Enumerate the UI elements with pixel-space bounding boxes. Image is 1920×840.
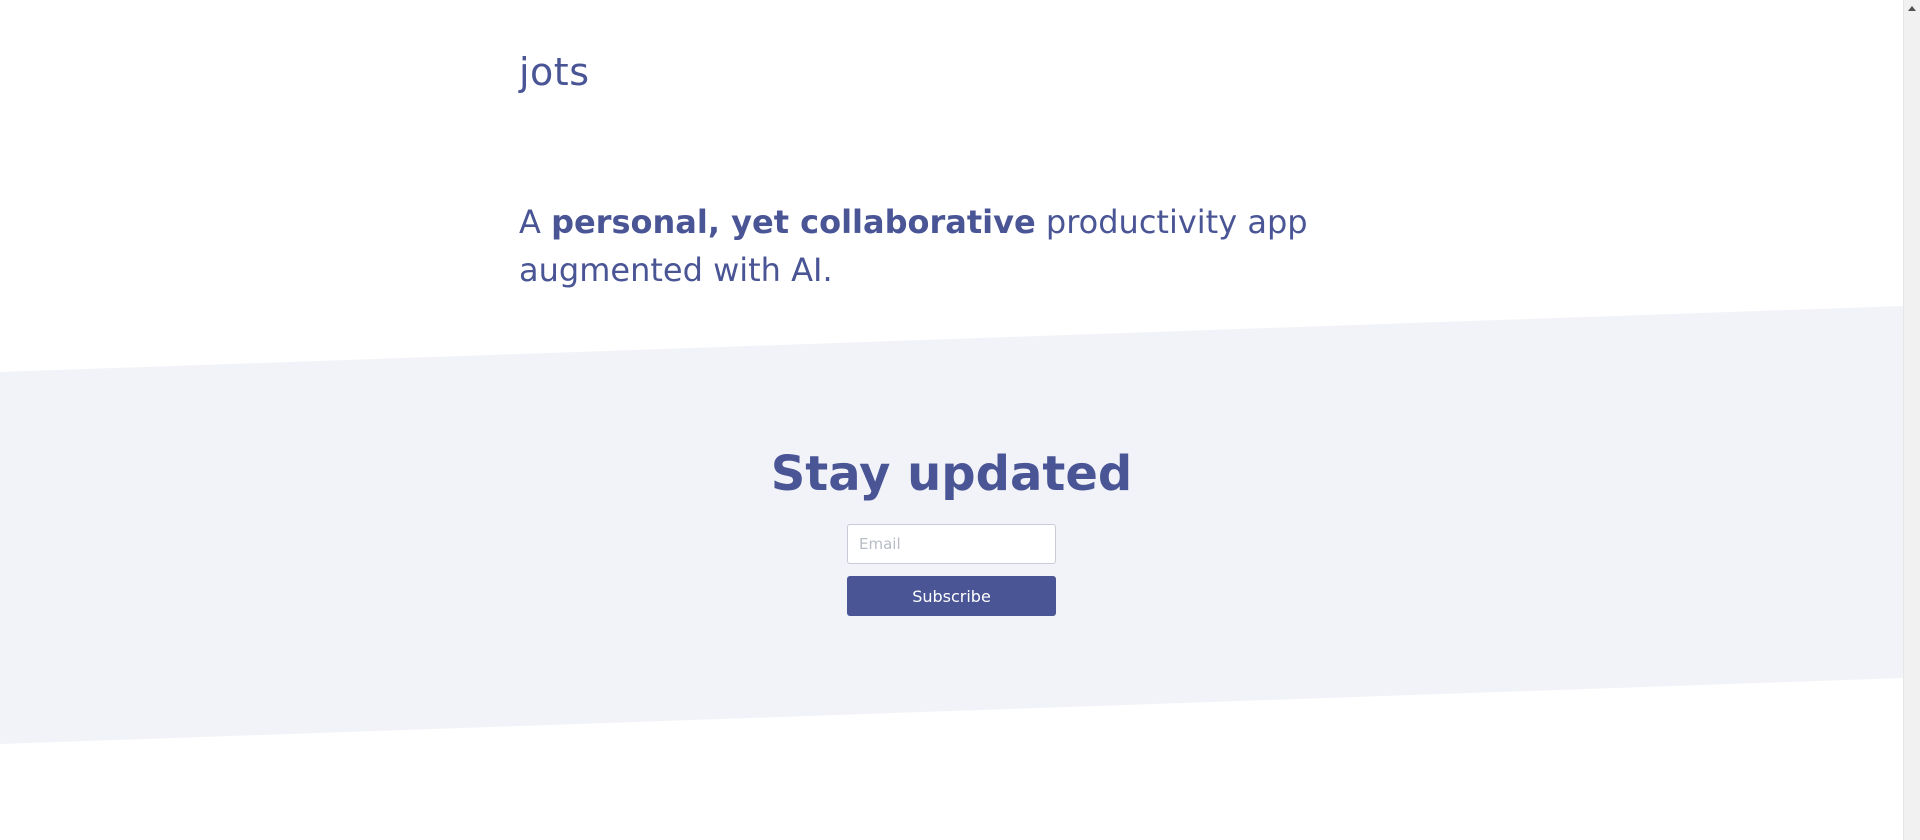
page: jots A personal, yet collaborative produ… xyxy=(0,0,1920,840)
tagline-emphasis: personal, yet collaborative xyxy=(551,203,1036,241)
subscribe-form: Subscribe xyxy=(847,524,1056,616)
logo[interactable]: jots xyxy=(519,50,590,96)
vertical-scrollbar[interactable] xyxy=(1903,0,1920,840)
subscribe-title: Stay updated xyxy=(770,446,1133,502)
subscribe-button[interactable]: Subscribe xyxy=(847,576,1056,616)
tagline-prefix: A xyxy=(519,203,552,241)
subscribe-band-background xyxy=(0,0,1903,840)
email-input[interactable] xyxy=(847,524,1056,564)
scroll-up-arrow-icon[interactable] xyxy=(1904,0,1920,16)
hero-tagline: A personal, yet collaborative productivi… xyxy=(519,198,1399,294)
subscribe-section: Stay updated Subscribe xyxy=(0,440,1903,616)
viewport: jots A personal, yet collaborative produ… xyxy=(0,0,1903,840)
